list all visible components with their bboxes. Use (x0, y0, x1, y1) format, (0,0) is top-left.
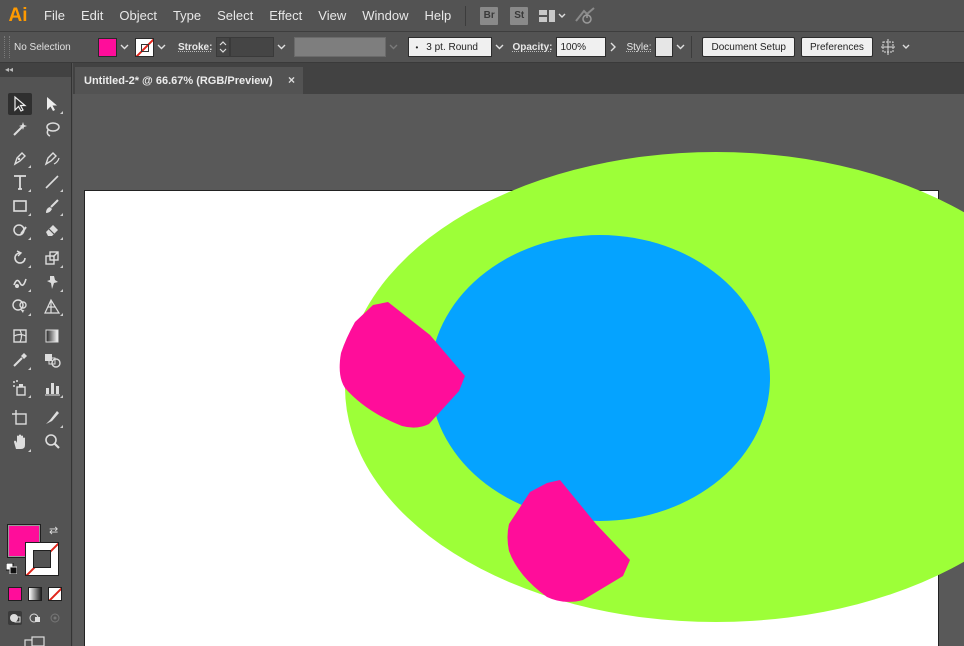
control-bar-grip[interactable] (4, 36, 10, 58)
menu-select[interactable]: Select (209, 0, 261, 31)
graphic-style-chevron-icon[interactable] (673, 37, 687, 57)
menu-divider (465, 5, 467, 26)
brush-definition-label: 3 pt. Round (426, 41, 478, 53)
stroke-color-box[interactable] (25, 542, 59, 576)
app-logo: Ai (8, 4, 28, 26)
scale-tool-icon[interactable] (40, 247, 64, 269)
swap-fill-stroke-icon[interactable]: ⇄ (49, 524, 58, 537)
stroke-color-swatch[interactable] (135, 37, 154, 57)
control-divider (691, 36, 693, 58)
perspective-grid-tool-icon[interactable] (40, 295, 64, 317)
draw-inside-icon[interactable] (48, 611, 62, 625)
selection-status: No Selection (14, 41, 71, 53)
gradient-tool-icon[interactable] (40, 325, 64, 347)
brush-definition-select[interactable]: • 3 pt. Round (408, 37, 493, 57)
control-bar: No Selection Stroke: • 3 pt. Round Opaci… (0, 31, 964, 63)
opacity-label: Opacity: (512, 41, 553, 53)
stroke-weight-stepper[interactable] (216, 37, 231, 57)
stroke-weight-input[interactable] (230, 37, 275, 57)
canvas[interactable] (73, 94, 964, 646)
opacity-chevron-icon[interactable] (606, 37, 620, 57)
default-fill-stroke-icon[interactable] (5, 562, 18, 575)
puppet-warp-tool-icon[interactable] (40, 271, 64, 293)
warp-tool-icon[interactable] (8, 271, 32, 293)
close-icon[interactable]: × (288, 73, 295, 87)
mesh-tool-icon[interactable] (8, 325, 32, 347)
draw-normal-icon[interactable] (8, 611, 22, 625)
stock-button[interactable]: St (510, 6, 529, 25)
artwork (339, 152, 964, 622)
curvature-tool-icon[interactable] (40, 147, 64, 169)
symbol-sprayer-tool-icon[interactable] (8, 377, 32, 399)
line-segment-tool-icon[interactable] (40, 171, 64, 193)
artboard-tool-icon[interactable] (8, 407, 32, 429)
opacity-input[interactable]: 100% (556, 37, 607, 57)
document-tab-title: Untitled-2* @ 66.67% (RGB/Preview) (84, 74, 273, 87)
slice-tool-icon[interactable] (40, 407, 64, 429)
rectangle-tool-icon[interactable] (8, 195, 32, 217)
tools-panel: ◂◂ ⇄ (0, 63, 72, 646)
lasso-tool-icon[interactable] (40, 118, 64, 140)
menu-type[interactable]: Type (165, 0, 209, 31)
screen-mode-icon[interactable] (24, 635, 48, 646)
menu-file[interactable]: File (36, 0, 73, 31)
menu-effect[interactable]: Effect (261, 0, 310, 31)
color-mode-button[interactable] (8, 587, 22, 601)
none-mode-button[interactable] (48, 587, 62, 601)
paintbrush-tool-icon[interactable] (40, 195, 64, 217)
document-tab[interactable]: Untitled-2* @ 66.67% (RGB/Preview) × (75, 67, 303, 94)
column-graph-tool-icon[interactable] (40, 377, 64, 399)
type-tool-icon[interactable] (8, 171, 32, 193)
stroke-label: Stroke: (178, 41, 213, 53)
fill-color-swatch[interactable] (98, 37, 117, 57)
graphic-style-swatch[interactable] (655, 37, 674, 57)
zoom-tool-icon[interactable] (40, 431, 64, 453)
rotate-tool-icon[interactable] (8, 247, 32, 269)
shape-builder-tool-icon[interactable] (8, 295, 32, 317)
style-label: Style: (626, 41, 652, 53)
document-setup-button[interactable]: Document Setup (702, 37, 795, 57)
variable-width-profile[interactable] (294, 37, 387, 57)
menu-view[interactable]: View (310, 0, 354, 31)
menu-edit[interactable]: Edit (73, 0, 111, 31)
selection-tool-icon[interactable] (8, 93, 32, 115)
gpu-performance-icon[interactable] (574, 6, 596, 25)
direct-selection-tool-icon[interactable] (40, 93, 64, 115)
shaper-tool-icon[interactable] (8, 219, 32, 241)
arrange-panel-icon[interactable] (880, 39, 911, 55)
blue-ellipse[interactable] (430, 235, 770, 521)
stroke-weight-chevron-icon[interactable] (274, 37, 288, 57)
document-tab-bar: Untitled-2* @ 66.67% (RGB/Preview) × (73, 63, 964, 94)
arrange-documents-icon[interactable] (538, 9, 566, 23)
pen-tool-icon[interactable] (8, 147, 32, 169)
menu-help[interactable]: Help (416, 0, 459, 31)
draw-behind-icon[interactable] (28, 611, 42, 625)
brush-definition-chevron-icon[interactable] (492, 37, 506, 57)
menu-window[interactable]: Window (354, 0, 416, 31)
fill-dropdown-chevron-icon[interactable] (117, 37, 131, 57)
blend-tool-icon[interactable] (40, 349, 64, 371)
preferences-button[interactable]: Preferences (800, 37, 873, 57)
toolbar-collapse-icon[interactable]: ◂◂ (0, 63, 71, 77)
gradient-mode-button[interactable] (28, 587, 42, 601)
menu-bar: Ai File Edit Object Type Select Effect V… (0, 0, 964, 31)
eyedropper-tool-icon[interactable] (8, 349, 32, 371)
menu-object[interactable]: Object (111, 0, 165, 31)
magic-wand-tool-icon[interactable] (8, 118, 32, 140)
eraser-tool-icon[interactable] (40, 219, 64, 241)
stroke-dropdown-chevron-icon[interactable] (154, 37, 168, 57)
bridge-button[interactable]: Br (480, 6, 499, 25)
variable-width-chevron-icon[interactable] (386, 37, 400, 57)
hand-tool-icon[interactable] (8, 431, 32, 453)
